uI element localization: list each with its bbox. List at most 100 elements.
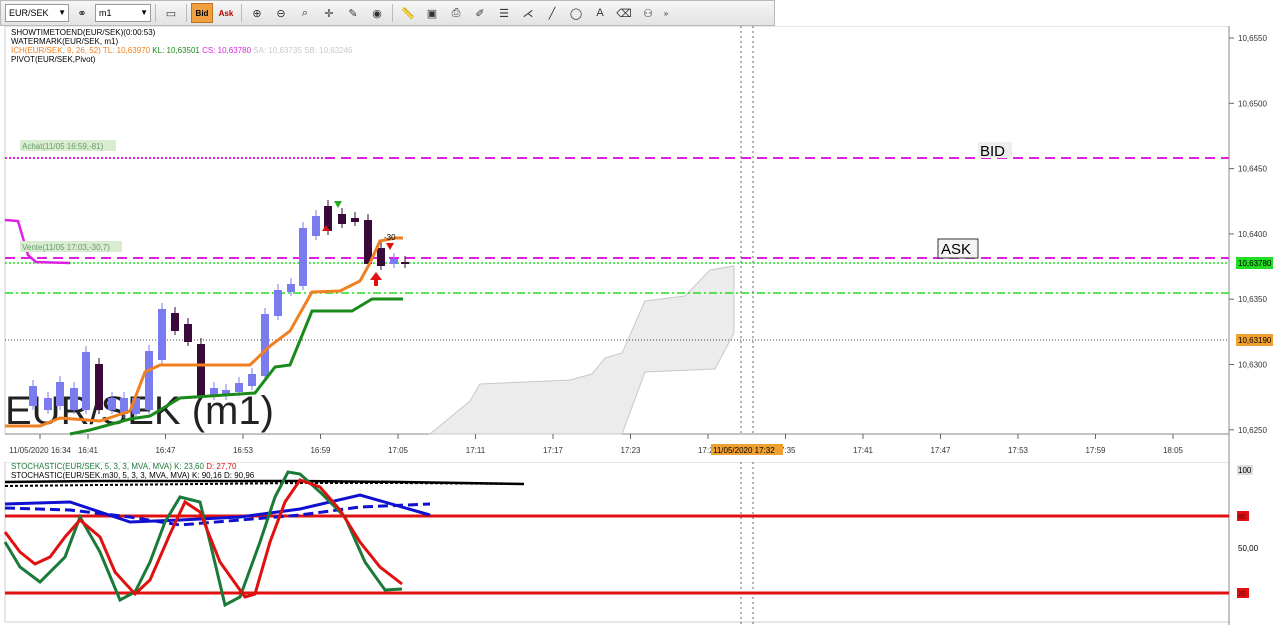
symbol-select[interactable]: EUR/SEK ▼ bbox=[5, 4, 69, 22]
ruler-icon[interactable]: 📏 bbox=[397, 3, 419, 23]
candle-body bbox=[235, 383, 243, 392]
fibonacci-icon[interactable]: ⋌ bbox=[517, 3, 539, 23]
toolbar-divider bbox=[155, 4, 156, 22]
stoch2-k: K: 90,16 bbox=[191, 471, 222, 480]
stochastic-legend-2: STOCHASTIC(EUR/SEK.m30, 5, 3, 3, MVA, MV… bbox=[11, 471, 254, 480]
globe-icon[interactable]: ◉ bbox=[366, 3, 388, 23]
ich-kl: KL: 10,63501 bbox=[152, 46, 200, 55]
time-tick-label: 16:47 bbox=[155, 446, 176, 455]
cursor-price-value: 10,63190 bbox=[1238, 336, 1272, 345]
candle-body bbox=[108, 398, 116, 410]
text-icon[interactable]: A bbox=[589, 3, 611, 23]
crosshair-icon[interactable]: ✛ bbox=[318, 3, 340, 23]
stochastic-plot-area bbox=[4, 461, 1230, 623]
pencil-tools-icon[interactable]: ✐ bbox=[469, 3, 491, 23]
achat-label: Achat(11/05 16:59,-81) bbox=[22, 142, 104, 151]
link-icon[interactable]: ⚭ bbox=[71, 3, 93, 23]
time-tick-label: 17:11 bbox=[466, 446, 486, 455]
candle-body bbox=[351, 218, 359, 222]
price-tick-label: 10,6300 bbox=[1238, 361, 1267, 370]
crosshair-time-value: 11/05/2020 17:32 bbox=[713, 446, 775, 455]
indicator-legend-ich: ICH(EUR/SEK, 9, 26, 52) TL: 10,63970 KL:… bbox=[11, 46, 353, 55]
price-chart-svg: EUR/SEK (m1) -30 Achat(11/05 16:59,-81) … bbox=[4, 25, 1273, 462]
chevron-down-icon: ▼ bbox=[140, 8, 148, 17]
candle-body bbox=[158, 309, 166, 360]
price-tick-label: 10,6250 bbox=[1238, 426, 1267, 435]
hierarchy-icon[interactable]: ⚇ bbox=[637, 3, 659, 23]
time-tick-label: 17:41 bbox=[853, 446, 874, 455]
bid-label: BID bbox=[980, 143, 1005, 160]
toolbar-divider bbox=[186, 4, 187, 22]
ask-button[interactable]: Ask bbox=[215, 3, 237, 23]
time-tick-label: 11/05/2020 16:34 bbox=[9, 446, 71, 455]
candle-body bbox=[145, 351, 153, 410]
price-axis: 10,6550 10,6500 10,6450 10,6400 10,6350 10,63… bbox=[1229, 34, 1267, 435]
bid-button-label: Bid bbox=[195, 8, 209, 18]
print-icon[interactable]: ⎙ bbox=[445, 3, 467, 23]
lines-icon[interactable]: ☰ bbox=[493, 3, 515, 23]
ich-sb: SB: 10,63246 bbox=[304, 46, 353, 55]
stoch-axis-mid: 50,00 bbox=[1238, 544, 1259, 553]
price-tick-label: 10,6350 bbox=[1238, 295, 1267, 304]
stoch-level-80-value: 80 bbox=[1238, 514, 1246, 521]
trading-app: EUR/SEK ▼ ⚭ m1 ▼ ▭ Bid Ask ⊕ ⊖ ⌕ ✛ ✎ ◉ 📏 ▣… bbox=[0, 0, 1280, 625]
ask-button-label: Ask bbox=[218, 8, 234, 18]
stoch1-k: K: 23,60 bbox=[174, 462, 204, 471]
candle-body bbox=[44, 398, 52, 410]
candle-body bbox=[197, 344, 205, 396]
zoom-out-icon[interactable]: ⊖ bbox=[270, 3, 292, 23]
indicator-legend-1: SHOWTIMETOEND(EUR/SEK)(0:00:53) bbox=[11, 28, 156, 37]
bid-button[interactable]: Bid bbox=[191, 3, 213, 23]
trade-value-label: -30 bbox=[384, 233, 396, 242]
indicator-legend-2: WATERMARK(EUR/SEK, m1) bbox=[11, 37, 119, 46]
candle-body bbox=[70, 388, 78, 410]
shapes-icon[interactable]: ◯ bbox=[565, 3, 587, 23]
timeframe-value: m1 bbox=[99, 8, 112, 18]
stoch-level-20-value: 20 bbox=[1238, 591, 1246, 598]
time-tick-label: 17:47 bbox=[930, 446, 951, 455]
candle-body bbox=[29, 386, 37, 406]
time-tick-label: 17:23 bbox=[620, 446, 641, 455]
time-tick-label: 17:53 bbox=[1008, 446, 1029, 455]
candle-body bbox=[287, 284, 295, 292]
indicator-legend-4: PIVOT(EUR/SEK,Pivot) bbox=[11, 55, 96, 64]
image-icon[interactable]: ▣ bbox=[421, 3, 443, 23]
ich-name: ICH(EUR/SEK, 9, 26, 52) bbox=[11, 46, 101, 55]
time-tick-label: 18:05 bbox=[1163, 446, 1184, 455]
price-tick-label: 10,6500 bbox=[1238, 99, 1267, 108]
time-tick-label: 17:17 bbox=[543, 446, 564, 455]
ask-label: ASK bbox=[941, 241, 971, 258]
toolbar-expand-icon[interactable]: » bbox=[661, 3, 671, 23]
toolbar-divider bbox=[241, 4, 242, 22]
ich-cs: CS: 10,63780 bbox=[202, 46, 252, 55]
stoch-axis-top: 100 bbox=[1238, 466, 1252, 475]
stochastic-svg: 100 50,00 80 20 bbox=[3, 461, 1259, 625]
chart-toolbar: EUR/SEK ▼ ⚭ m1 ▼ ▭ Bid Ask ⊕ ⊖ ⌕ ✛ ✎ ◉ 📏 ▣… bbox=[0, 0, 775, 26]
candle-body bbox=[95, 364, 103, 410]
timeframe-select[interactable]: m1 ▼ bbox=[95, 4, 151, 22]
price-tick-label: 10,6400 bbox=[1238, 230, 1267, 239]
candle-body bbox=[312, 216, 320, 236]
time-tick-label: 16:41 bbox=[78, 446, 99, 455]
candle-body bbox=[56, 382, 64, 406]
time-axis: 11/05/2020 16:34 16:41 16:47 16:53 16:59 17:0… bbox=[9, 434, 1184, 455]
stoch2-name: STOCHASTIC(EUR/SEK.m30, 5, 3, 3, MVA, MV… bbox=[11, 471, 190, 480]
zoom-area-icon[interactable]: ⌕ bbox=[294, 3, 316, 23]
stochastic-panel[interactable]: 100 50,00 80 20 STOCHASTIC(EUR/SEK, 5, 3… bbox=[0, 461, 1280, 625]
chart-type-icon[interactable]: ▭ bbox=[160, 3, 182, 23]
stochastic-legend-1: STOCHASTIC(EUR/SEK, 5, 3, 3, MVA, MVA) K… bbox=[11, 462, 236, 471]
candle-body bbox=[377, 248, 385, 266]
toolbar-divider bbox=[392, 4, 393, 22]
candle-body bbox=[82, 352, 90, 410]
symbol-value: EUR/SEK bbox=[9, 8, 49, 18]
price-chart[interactable]: EUR/SEK (m1) -30 Achat(11/05 16:59,-81) … bbox=[0, 25, 1280, 462]
candle-body bbox=[299, 228, 307, 286]
properties-icon[interactable]: ✎ bbox=[342, 3, 364, 23]
candle-body bbox=[390, 259, 398, 264]
zoom-in-icon[interactable]: ⊕ bbox=[246, 3, 268, 23]
eraser-icon[interactable]: ⌫ bbox=[613, 3, 635, 23]
time-tick-label: 17:59 bbox=[1085, 446, 1106, 455]
chevron-down-icon: ▼ bbox=[58, 8, 66, 17]
trendline-icon[interactable]: ╱ bbox=[541, 3, 563, 23]
price-tick-label: 10,6450 bbox=[1238, 165, 1267, 174]
